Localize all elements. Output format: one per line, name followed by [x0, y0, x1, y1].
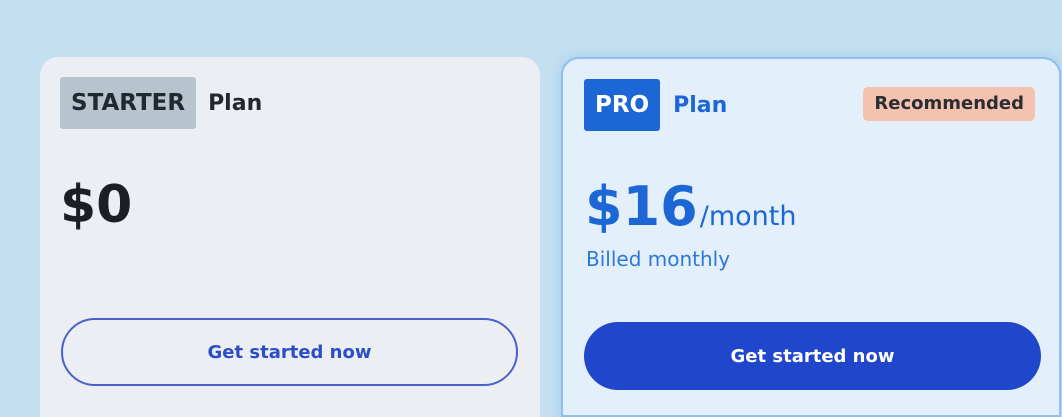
pro-price: $16/month	[585, 175, 796, 238]
pro-billing-note: Billed monthly	[586, 247, 731, 271]
pricing-section: STARTER Plan $0 Get started now PRO Plan…	[0, 0, 1062, 417]
starter-tier-badge: STARTER	[60, 77, 197, 129]
starter-get-started-button[interactable]: Get started now	[61, 318, 518, 386]
pro-price-amount: $16	[585, 175, 698, 238]
pro-plan-card: PRO Plan Recommended $16/month Billed mo…	[561, 57, 1061, 417]
starter-plan-label: Plan	[208, 90, 263, 116]
recommended-badge: Recommended	[863, 87, 1035, 121]
starter-plan-header: STARTER Plan	[60, 77, 262, 129]
starter-price: $0	[60, 175, 133, 235]
starter-plan-card: STARTER Plan $0 Get started now	[40, 57, 540, 417]
pro-tier-badge: PRO	[584, 79, 661, 131]
pro-price-period: /month	[699, 201, 797, 232]
pro-plan-label: Plan	[673, 92, 728, 118]
pro-plan-header: PRO Plan	[584, 79, 727, 131]
pro-get-started-button[interactable]: Get started now	[584, 322, 1041, 390]
